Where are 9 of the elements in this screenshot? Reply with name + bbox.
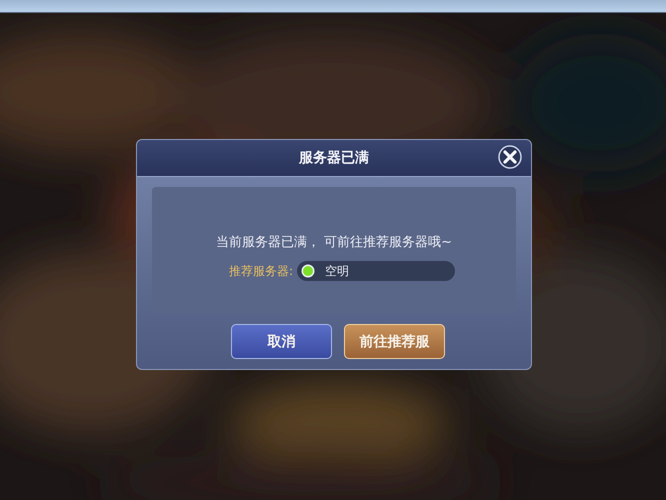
status-dot-icon [301, 264, 316, 278]
server-name: 空明 [325, 262, 350, 280]
close-button[interactable] [498, 145, 522, 169]
cancel-button[interactable]: 取消 [231, 324, 332, 359]
dialog-message: 当前服务器已满， 可前往推荐服务器哦~ [216, 234, 452, 251]
confirm-button[interactable]: 前往推荐服 [344, 324, 445, 359]
dialog-title: 服务器已满 [299, 149, 369, 167]
recommended-label: 推荐服务器: [228, 262, 294, 280]
close-icon [498, 145, 522, 169]
